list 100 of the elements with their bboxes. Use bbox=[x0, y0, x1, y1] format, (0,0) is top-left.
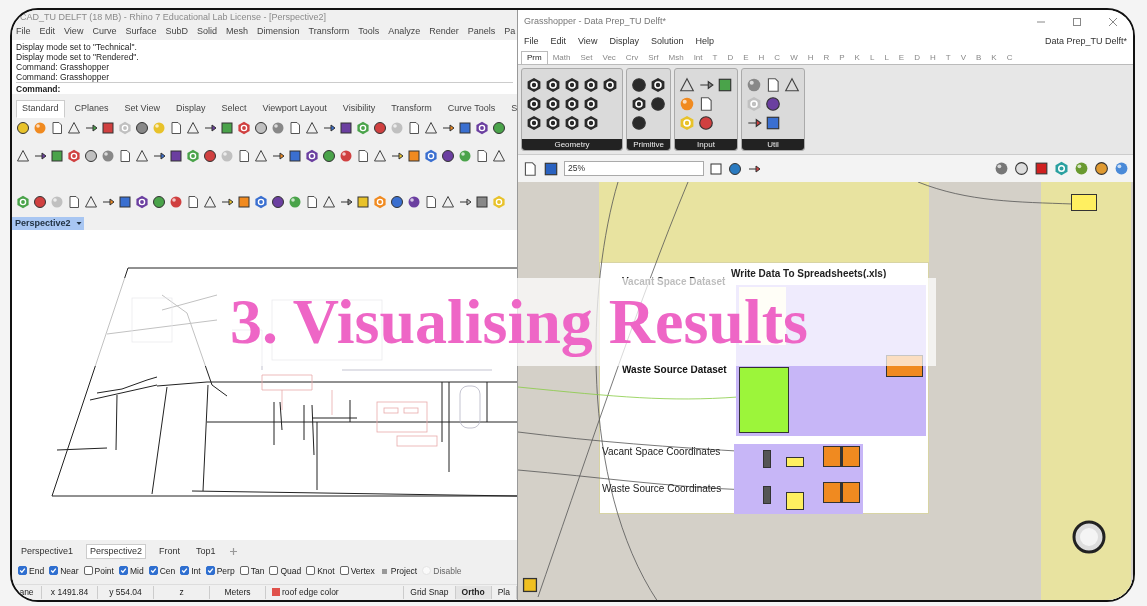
square-icon[interactable] bbox=[521, 576, 539, 594]
sphere-icon[interactable] bbox=[1074, 161, 1089, 176]
square-icon[interactable] bbox=[237, 194, 251, 209]
hexagon-icon[interactable] bbox=[135, 194, 149, 209]
hexagon-icon[interactable] bbox=[475, 120, 489, 135]
circle-icon[interactable] bbox=[765, 96, 781, 112]
square-icon[interactable] bbox=[169, 148, 183, 163]
hexagon-icon[interactable] bbox=[631, 96, 647, 112]
page-icon[interactable] bbox=[765, 77, 781, 93]
osnap-label[interactable]: Knot bbox=[317, 566, 335, 577]
menu-item[interactable]: Edit bbox=[550, 35, 567, 49]
osnap-label[interactable]: Disable bbox=[433, 566, 462, 577]
osnap-label[interactable]: End bbox=[29, 566, 45, 577]
triangle-icon[interactable] bbox=[492, 148, 506, 163]
circle-icon[interactable] bbox=[1014, 161, 1029, 176]
osnap-label[interactable]: Project bbox=[390, 566, 418, 577]
hexagon-icon[interactable] bbox=[305, 148, 319, 163]
hexagon-icon[interactable] bbox=[545, 77, 561, 93]
hexagon-icon[interactable] bbox=[564, 115, 580, 131]
command-prompt[interactable]: Command: bbox=[16, 82, 513, 94]
navigation-wheel-icon[interactable] bbox=[1071, 519, 1107, 555]
circle-icon[interactable] bbox=[135, 120, 149, 135]
hexagon-icon[interactable] bbox=[526, 115, 542, 131]
ribbon-tab[interactable]: T bbox=[707, 52, 723, 64]
sphere-icon[interactable] bbox=[994, 161, 1009, 176]
checkbox[interactable] bbox=[339, 566, 349, 576]
checkbox[interactable] bbox=[49, 566, 59, 576]
page-icon[interactable] bbox=[118, 148, 132, 163]
menu-item[interactable]: Curve bbox=[92, 25, 117, 39]
viewport-title[interactable]: Perspective2 bbox=[12, 216, 74, 230]
triangle-icon[interactable] bbox=[305, 120, 319, 135]
square-icon[interactable] bbox=[118, 194, 132, 209]
page-icon[interactable] bbox=[186, 194, 200, 209]
circle-icon[interactable] bbox=[631, 115, 647, 131]
toolbar-tab[interactable]: Transform bbox=[385, 100, 438, 118]
menu-item[interactable]: View bbox=[578, 35, 598, 49]
checkbox[interactable] bbox=[306, 566, 316, 576]
circle-icon[interactable] bbox=[152, 194, 166, 209]
menu-item[interactable]: Edit bbox=[39, 25, 56, 39]
circle-icon[interactable] bbox=[84, 148, 98, 163]
osnap-label[interactable]: Point bbox=[94, 566, 114, 577]
circle-icon[interactable] bbox=[492, 120, 506, 135]
ribbon-tab[interactable]: K bbox=[986, 52, 1002, 64]
menu-item[interactable]: Display bbox=[609, 35, 639, 49]
toolbar-tab[interactable]: Display bbox=[169, 100, 212, 118]
hexagon-icon[interactable] bbox=[583, 115, 599, 131]
ribbon-tab[interactable]: V bbox=[955, 52, 971, 64]
osnap-label[interactable]: Tan bbox=[250, 566, 265, 577]
circle-icon[interactable] bbox=[254, 120, 268, 135]
checkbox[interactable] bbox=[83, 566, 93, 576]
layer-pane[interactable]: roof edge color bbox=[266, 586, 405, 599]
menu-item[interactable]: Render bbox=[429, 25, 459, 39]
ribbon-tab[interactable]: P bbox=[834, 52, 850, 64]
hexagon-icon[interactable] bbox=[583, 77, 599, 93]
menu-item[interactable]: Surface bbox=[125, 25, 157, 39]
square-icon[interactable] bbox=[407, 148, 421, 163]
triangle-icon[interactable] bbox=[254, 148, 268, 163]
ribbon-tab[interactable]: B bbox=[971, 52, 987, 64]
status-toggle[interactable]: Ortho bbox=[455, 586, 492, 599]
ribbon-tab[interactable]: D bbox=[909, 52, 925, 64]
ribbon-tab[interactable]: H bbox=[802, 52, 819, 64]
page-icon[interactable] bbox=[356, 148, 370, 163]
page-icon[interactable] bbox=[288, 120, 302, 135]
page-icon[interactable] bbox=[522, 160, 538, 177]
dropdown-icon[interactable] bbox=[73, 216, 84, 230]
ribbon-tab[interactable]: H bbox=[924, 52, 941, 64]
sphere-icon[interactable] bbox=[1114, 161, 1129, 176]
viewport-tab[interactable]: Perspective2 bbox=[86, 543, 147, 560]
hexagon-icon[interactable] bbox=[526, 77, 542, 93]
circle-icon[interactable] bbox=[16, 120, 30, 135]
ribbon-tab[interactable]: Crv bbox=[620, 52, 644, 64]
circle-icon[interactable] bbox=[728, 161, 742, 176]
osnap-label[interactable]: Vertex bbox=[350, 566, 375, 577]
checkbox[interactable] bbox=[180, 566, 190, 576]
close-icon[interactable] bbox=[1107, 16, 1119, 28]
menu-item[interactable]: Solution bbox=[650, 35, 684, 49]
square-icon[interactable] bbox=[50, 148, 64, 163]
circle-icon[interactable] bbox=[390, 194, 404, 209]
circle-icon[interactable] bbox=[698, 115, 714, 131]
toolbar-tab[interactable]: Standard bbox=[16, 100, 65, 118]
toolbar-tab[interactable]: Viewport Layout bbox=[256, 100, 333, 118]
circle-icon[interactable] bbox=[203, 148, 217, 163]
checkbox[interactable] bbox=[269, 566, 279, 576]
triangle-icon[interactable] bbox=[16, 148, 30, 163]
page-icon[interactable] bbox=[424, 194, 438, 209]
page-icon[interactable] bbox=[237, 148, 251, 163]
menu-item[interactable]: Dimension bbox=[257, 25, 300, 39]
zoom-field[interactable]: 25% bbox=[564, 161, 704, 176]
page-icon[interactable] bbox=[169, 120, 183, 135]
circle-icon[interactable] bbox=[631, 77, 647, 93]
ribbon-tab[interactable]: Math bbox=[547, 52, 576, 64]
triangle-icon[interactable] bbox=[373, 148, 387, 163]
square-icon[interactable] bbox=[288, 148, 302, 163]
ribbon-tab[interactable]: Int bbox=[688, 52, 708, 64]
ribbon-tab[interactable]: L bbox=[864, 52, 880, 64]
toolbar-tab[interactable]: Select bbox=[215, 100, 253, 118]
toolbar-tab[interactable]: CPlanes bbox=[68, 100, 115, 118]
circle-icon[interactable] bbox=[650, 96, 666, 112]
ribbon-tab[interactable]: E bbox=[893, 52, 910, 64]
page-icon[interactable] bbox=[407, 120, 421, 135]
